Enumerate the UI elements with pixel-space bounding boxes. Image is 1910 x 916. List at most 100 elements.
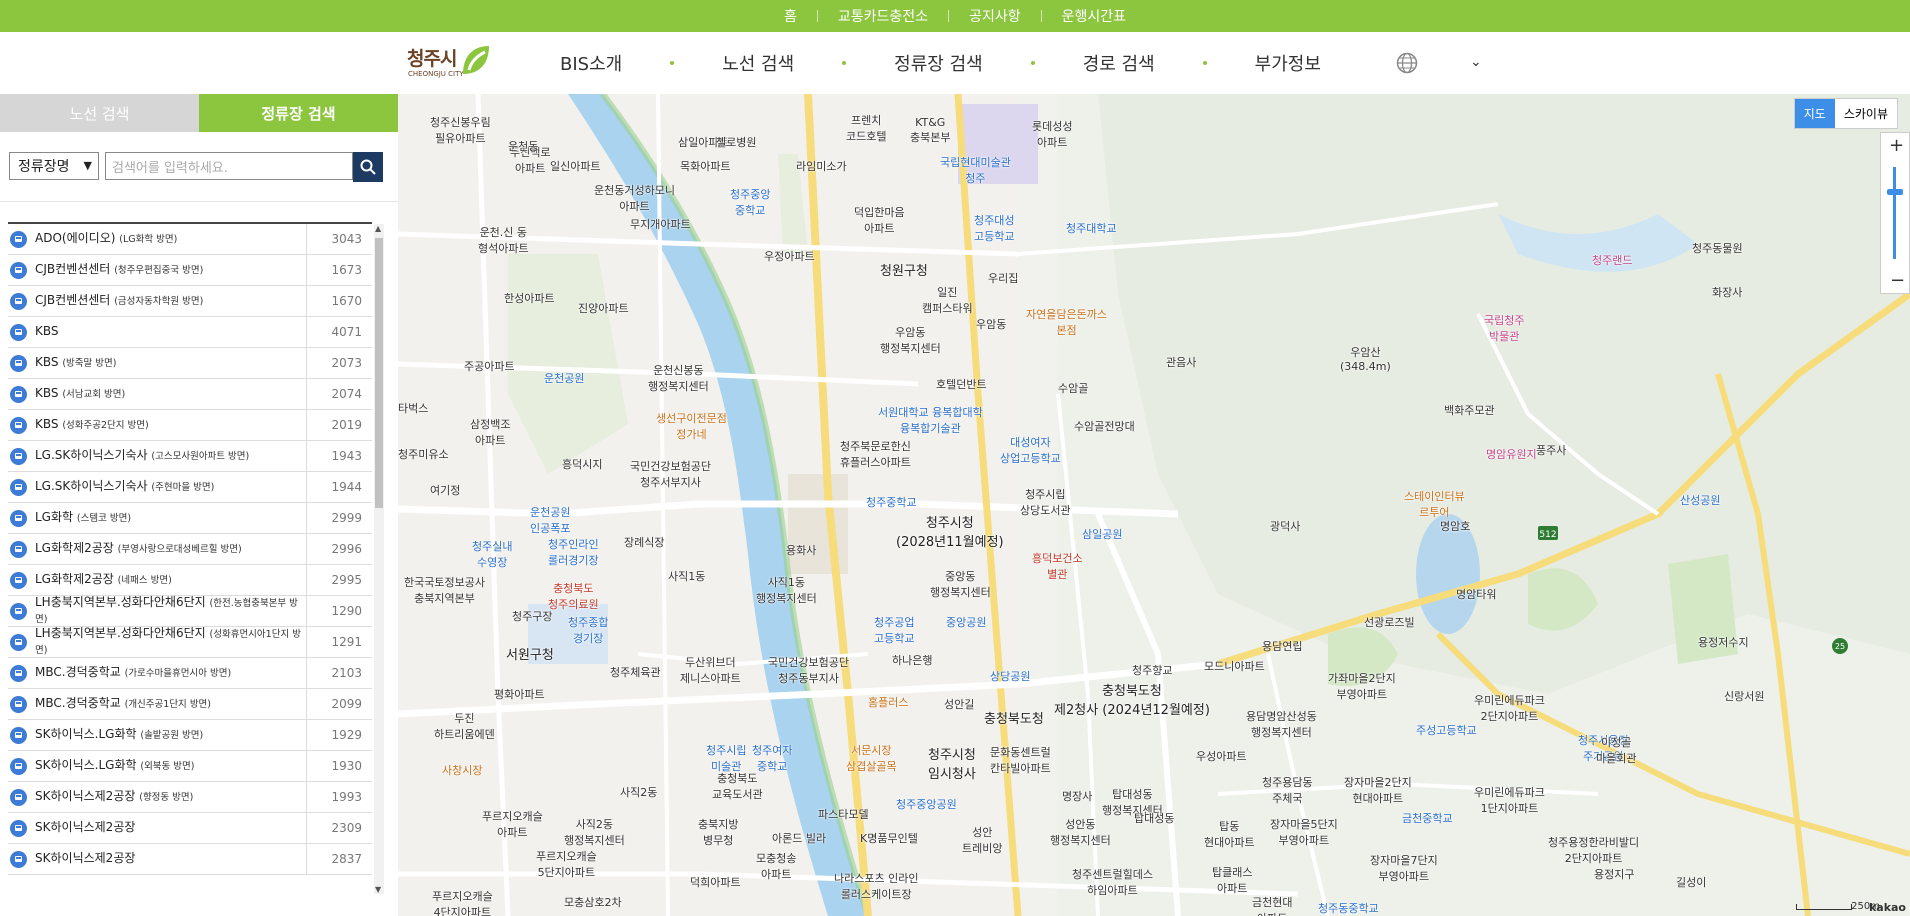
map-place-label[interactable]: 충청북도 청주의료원 [548, 580, 599, 612]
search-input[interactable]: 검색어를 입력하세요. [105, 152, 353, 180]
tab-route-search[interactable]: 노선 검색 [0, 94, 199, 132]
map-place-label[interactable]: 일신아파트 [550, 158, 601, 174]
stop-row[interactable]: LG.SK하이닉스기숙사 (주현마을 방면) 1944 [8, 472, 372, 503]
map-place-label[interactable]: 성안동 행정복지센터 [1050, 816, 1111, 848]
map-place-label[interactable]: 타벅스 [398, 400, 428, 416]
map-place-label[interactable]: 금천현대 아파트 [1252, 894, 1292, 916]
map-place-label[interactable]: 용담명암산성동 행정복지센터 [1246, 708, 1317, 740]
map-place-label[interactable]: 우미린에듀파크 1단지아파트 [1474, 784, 1545, 816]
map-place-label[interactable]: 청주북문로한신 휴플러스아파트 [840, 438, 911, 470]
map-place-label[interactable]: 모드니아파트 [1204, 658, 1265, 674]
zoom-out-button[interactable]: − [1890, 270, 1905, 291]
map-place-label[interactable]: 운천공원 인공폭포 [530, 504, 570, 536]
map-place-label[interactable]: 성안길 [944, 696, 974, 712]
map-place-label[interactable]: 청주용정한라비발디 2단지아파트 [1548, 834, 1639, 866]
map-place-label[interactable]: 길성이 [1676, 874, 1706, 890]
map-place-label[interactable]: 산성공원 [1680, 492, 1720, 508]
map-place-label[interactable]: 장자마을5단지 부영아파트 [1270, 816, 1338, 848]
map-place-label[interactable]: 장자마을7단지 부영아파트 [1370, 852, 1438, 884]
util-link-home[interactable]: 홈 [764, 6, 817, 26]
map-place-label[interactable]: 평화아파트 [494, 686, 545, 702]
map-place-label[interactable]: 용정저수지 [1698, 634, 1749, 650]
map-place-label[interactable]: 흥덕시지 [562, 456, 602, 472]
map-place-label[interactable]: 가좌마을2단지 부영아파트 [1328, 670, 1396, 702]
map-place-label[interactable]: 우리집 [988, 270, 1018, 286]
map-place-label[interactable]: 청주대성 고등학교 [974, 212, 1014, 244]
scroll-down-icon[interactable]: ▼ [375, 885, 381, 894]
scroll-up-icon[interactable]: ▲ [375, 224, 381, 233]
map-place-label[interactable]: 진양아파트 [578, 300, 629, 316]
map-place-label[interactable]: 두산위브더 제니스아파트 [680, 654, 741, 686]
map-place-label[interactable]: 여기정 [430, 482, 460, 498]
stop-row[interactable]: SK하이닉스제2공장 2309 [8, 813, 372, 844]
map-place-label[interactable]: 청주중앙 중학교 [730, 186, 770, 218]
map-place-label[interactable]: 선광로즈빌 [1364, 614, 1415, 630]
stop-row[interactable]: SK하이닉스.LG화학 (외북동 방면) 1930 [8, 751, 372, 782]
map-place-label[interactable]: 목화아파트 [680, 158, 731, 174]
map-place-label[interactable]: 장례식장 [624, 534, 664, 550]
map-place-label[interactable]: 프렌치 코드호텔 [846, 112, 886, 144]
map-place-label[interactable]: 하나은행 [892, 652, 932, 668]
stop-row[interactable]: LH충북지역본부.성화다안채6단지 (성화휴먼시아1단지 방면) 1291 [8, 626, 372, 658]
map-place-label[interactable]: 청주중학교 [866, 494, 917, 510]
stop-row[interactable]: KBS (성화주공2단지 방면) 2019 [8, 410, 372, 441]
map-place-label[interactable]: 우미린에듀파크 2단지아파트 [1474, 692, 1545, 724]
map-place-label[interactable]: 나라스포츠 인라인 롤러스케이트장 [834, 870, 918, 902]
map-place-label[interactable]: 청주동물원 [1692, 240, 1743, 256]
map-place-label[interactable]: 용담연립 [1262, 638, 1302, 654]
zoom-in-button[interactable]: + [1889, 135, 1904, 156]
globe-icon[interactable] [1396, 52, 1418, 74]
map-place-label[interactable]: 서원구청 [506, 644, 554, 663]
map-place-label[interactable]: 한국국토정보공사 충북지역본부 [404, 574, 485, 606]
map-place-label[interactable]: KT&G 충북본부 [910, 116, 950, 145]
map-place-label[interactable]: 운천동 [508, 138, 538, 154]
stop-row[interactable]: KBS (방죽말 방면) 2073 [8, 348, 372, 379]
map-place-label[interactable]: 운천.신 동 형석아파트 [478, 224, 529, 256]
map-place-label[interactable]: 덕희아파트 [690, 874, 741, 890]
list-scrollbar[interactable]: ▲ ▼ [374, 224, 384, 894]
map-place-label[interactable]: 국립현대미술관 청주 [940, 154, 1011, 186]
map-place-label[interactable]: 청주체육관 [610, 664, 661, 680]
map-view[interactable]: 512 25 청주신봉우림 필유아파트 두진백로 아파트 일신아파트 삼일아파트 첼로병… [398, 94, 1910, 916]
map-place-label[interactable]: 수암골전망대 [1074, 418, 1135, 434]
map-place-label[interactable]: 청주인라인 롤러경기장 [548, 536, 599, 568]
map-place-label[interactable]: 청원구청 [880, 260, 928, 279]
map-place-label[interactable]: 수암골 [1058, 380, 1088, 396]
map-place-label[interactable]: 중앙동 행정복지센터 [930, 568, 991, 600]
map-place-label[interactable]: 화장사 [1712, 284, 1742, 300]
map-place-label[interactable]: 청주신봉우림 필유아파트 [430, 114, 491, 146]
map-place-label[interactable]: 푸르지오캐슬 4단지아파트 [432, 888, 493, 916]
map-place-label[interactable]: 우성아파트 [1196, 748, 1247, 764]
map-place-label[interactable]: 흥덕보건소 별관 [1032, 550, 1083, 582]
map-place-label[interactable]: 롯데성성 아파트 [1032, 118, 1072, 150]
map-place-label[interactable]: 청주미유소 [398, 446, 449, 462]
city-logo[interactable]: 청주시 CHEONGJU CITY [407, 42, 497, 82]
map-place-label[interactable]: 충청북도청 [984, 708, 1044, 727]
search-button[interactable] [353, 152, 383, 182]
stop-row[interactable]: CJB컨벤션센터 (금성자동차학원 방면) 1670 [8, 286, 372, 317]
map-place-label[interactable]: 청주용담동 주체국 [1262, 774, 1313, 806]
stop-row[interactable]: ADO(에이디오) (LG화학 방면) 3043 [8, 224, 372, 255]
util-link-timetable[interactable]: 운행시간표 [1042, 6, 1146, 26]
map-place-label[interactable]: 국민건강보험공단 청주서부지사 [630, 458, 711, 490]
map-place-label[interactable]: 모충삼호2차 [564, 894, 622, 910]
map-place-label[interactable]: 명장사 [1062, 788, 1092, 804]
map-place-label[interactable]: 무지개아파트 [630, 216, 691, 232]
map-place-label[interactable]: 서원대학교 융복합대학 융복합기술관 [878, 404, 983, 436]
map-place-label[interactable]: 한성아파트 [504, 290, 555, 306]
map-place-label[interactable]: 청주랜드 [1592, 252, 1632, 268]
map-place-label[interactable]: 우암동 [976, 316, 1006, 332]
map-place-label[interactable]: 자연을담은돈까스 본점 [1026, 306, 1107, 338]
menu-extra-info[interactable]: 부가정보 [1255, 50, 1321, 76]
map-place-label[interactable]: 청주구장 [512, 608, 552, 624]
stop-row[interactable]: SK하이닉스제2공장 (향정동 방면) 1993 [8, 782, 372, 813]
map-place-label[interactable]: 덕입한마음 아파트 [854, 204, 905, 236]
map-place-label[interactable]: 서문시장 삼겹살골목 [846, 742, 897, 774]
map-place-label[interactable]: 청주시립 상당도서관 [1020, 486, 1071, 518]
map-place-label[interactable]: 모충청송 아파트 [756, 850, 796, 882]
map-place-label[interactable]: 신랑서원 [1724, 688, 1764, 704]
map-place-label[interactable]: 용정지구 [1594, 866, 1634, 882]
map-place-label[interactable]: 명암타워 [1456, 586, 1496, 602]
scroll-thumb[interactable] [375, 238, 383, 508]
map-place-label[interactable]: 광덕사 [1270, 518, 1300, 534]
